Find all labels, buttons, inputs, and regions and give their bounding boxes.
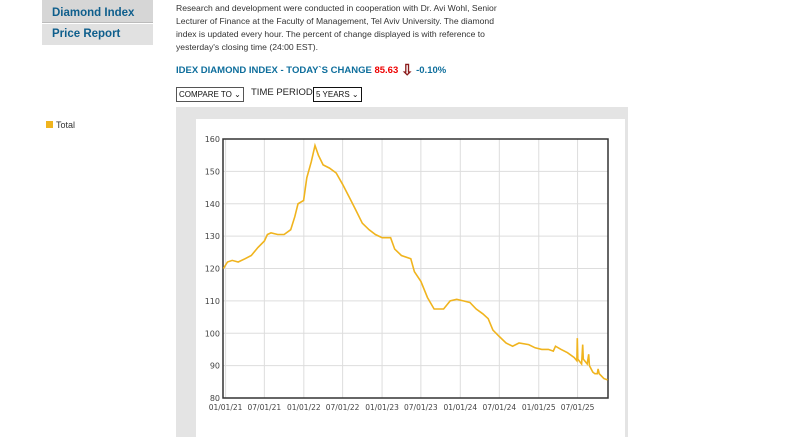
- x-tick-label: 07/01/22: [326, 403, 360, 412]
- y-tick-label: 110: [205, 297, 220, 306]
- x-tick-label: 07/01/25: [561, 403, 595, 412]
- x-tick-label: 07/01/24: [482, 403, 516, 412]
- y-tick-label: 100: [205, 329, 220, 338]
- x-tick-label: 01/01/21: [209, 403, 243, 412]
- line-chart: 80 90 100 110 120 130 140 150 160 01/01/21 07/01/2…: [205, 135, 609, 412]
- x-tick-label: 01/01/25: [522, 403, 556, 412]
- x-tick-label: 01/01/22: [287, 403, 321, 412]
- y-tick-label: 150: [205, 167, 220, 176]
- x-tick-label: 07/01/23: [404, 403, 438, 412]
- y-tick-label: 140: [205, 200, 220, 209]
- x-tick-label: 01/01/23: [365, 403, 399, 412]
- x-tick-label: 01/01/24: [443, 403, 477, 412]
- y-tick-label: 80: [210, 394, 220, 403]
- y-tick-label: 130: [205, 232, 220, 241]
- series-line-total: [222, 142, 608, 381]
- x-tick-label: 07/01/21: [248, 403, 282, 412]
- y-tick-label: 120: [205, 265, 220, 274]
- y-tick-label: 90: [210, 362, 220, 371]
- y-tick-label: 160: [205, 135, 220, 144]
